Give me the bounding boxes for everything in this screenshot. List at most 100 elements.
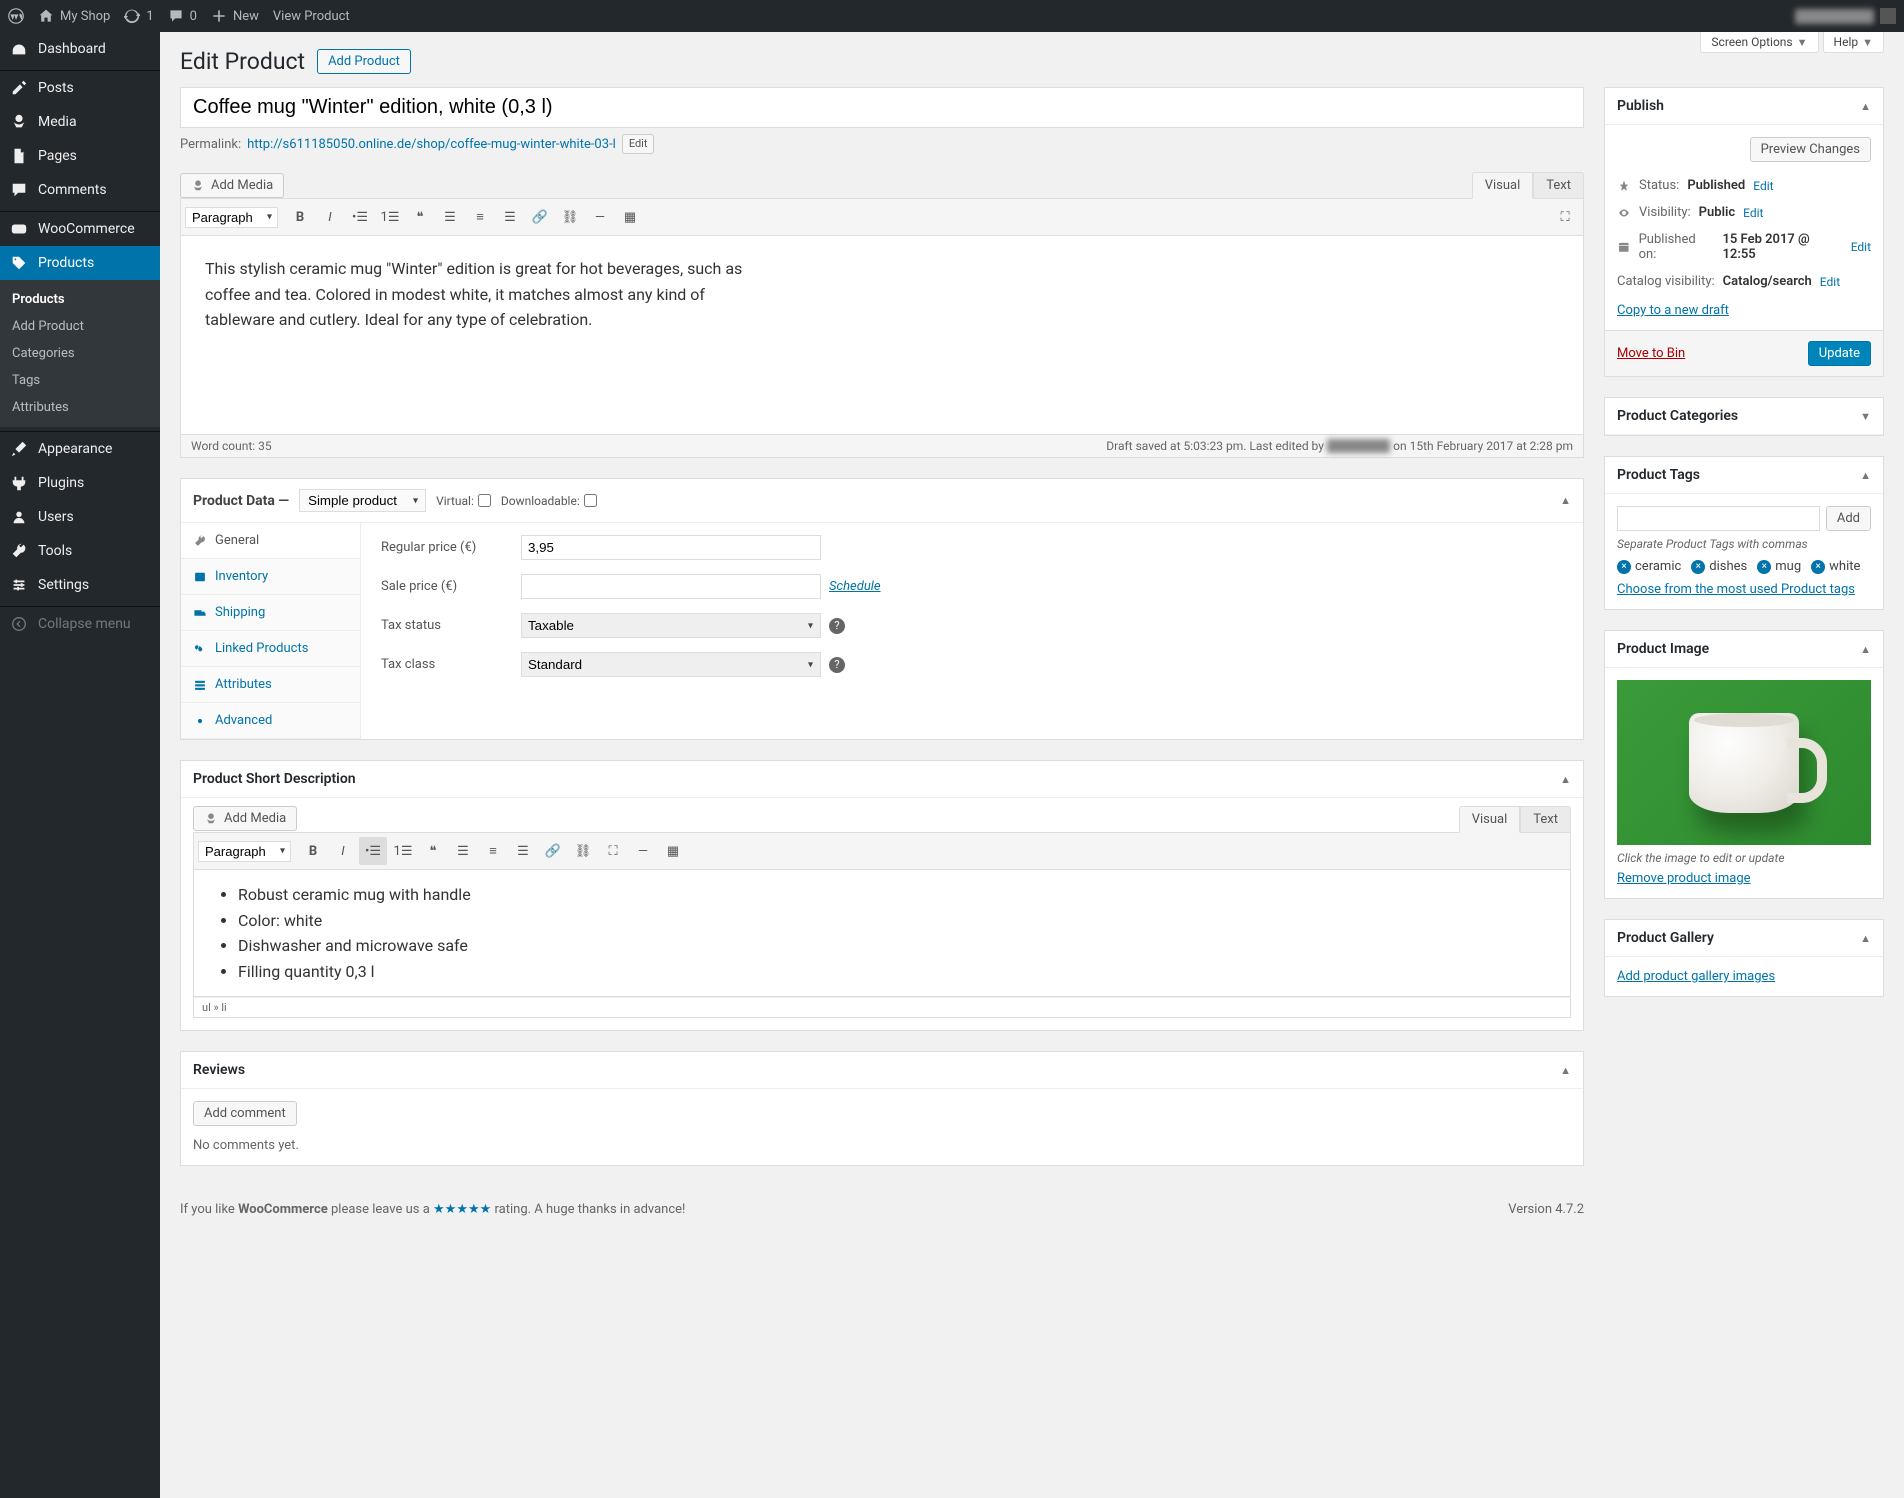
format-select[interactable]: Paragraph [185, 207, 278, 228]
short-desc-header[interactable]: Product Short Description▲ [181, 761, 1583, 798]
downloadable-checkbox[interactable]: Downloadable: [501, 494, 597, 508]
regular-price-input[interactable] [521, 535, 821, 560]
product-image-header[interactable]: Product Image▲ [1605, 631, 1883, 668]
rating-link[interactable]: ★★★★★ [433, 1202, 491, 1217]
help-icon[interactable]: ? [829, 657, 845, 673]
comments-count[interactable]: 0 [168, 8, 197, 24]
align-center-button[interactable]: ≡ [479, 837, 507, 865]
sale-price-input[interactable] [521, 574, 821, 599]
short-visual-tab[interactable]: Visual [1459, 806, 1521, 833]
menu-media[interactable]: Media [0, 105, 160, 139]
add-media-button-2[interactable]: Add Media [193, 806, 297, 831]
editor-content[interactable]: This stylish ceramic mug "Winter" editio… [180, 235, 1584, 435]
tag-remove-icon[interactable]: × [1617, 560, 1631, 574]
align-right-button[interactable]: ☰ [509, 837, 537, 865]
quote-button[interactable]: ❝ [406, 203, 434, 231]
preview-button[interactable]: Preview Changes [1750, 137, 1871, 162]
short-text-tab[interactable]: Text [1520, 806, 1571, 833]
menu-dashboard[interactable]: Dashboard [0, 32, 160, 66]
add-gallery-link[interactable]: Add product gallery images [1617, 969, 1775, 984]
submenu-categories[interactable]: Categories [0, 340, 160, 367]
number-list-button[interactable]: 1☰ [389, 837, 417, 865]
align-center-button[interactable]: ≡ [466, 203, 494, 231]
submenu-attributes[interactable]: Attributes [0, 394, 160, 421]
menu-woocommerce[interactable]: WooCommerce [0, 212, 160, 246]
permalink-edit-button[interactable]: Edit [622, 134, 655, 154]
view-product[interactable]: View Product [273, 9, 350, 24]
help-icon[interactable]: ? [829, 618, 845, 634]
menu-collapse[interactable]: Collapse menu [0, 607, 160, 641]
menu-posts[interactable]: Posts [0, 71, 160, 105]
quote-button[interactable]: ❝ [419, 837, 447, 865]
tag-remove-icon[interactable]: × [1757, 560, 1771, 574]
tag-remove-icon[interactable]: × [1691, 560, 1705, 574]
align-right-button[interactable]: ☰ [496, 203, 524, 231]
tax-status-select[interactable]: Taxable [521, 613, 821, 638]
menu-settings[interactable]: Settings [0, 568, 160, 602]
move-to-bin-link[interactable]: Move to Bin [1617, 346, 1685, 361]
product-type-select[interactable]: Simple product [299, 489, 426, 512]
italic-button[interactable]: I [316, 203, 344, 231]
reviews-header[interactable]: Reviews▲ [181, 1052, 1583, 1089]
align-left-button[interactable]: ☰ [436, 203, 464, 231]
editor-visual-tab[interactable]: Visual [1472, 172, 1534, 199]
fullscreen-button[interactable]: ⛶ [1551, 203, 1579, 231]
unlink-button[interactable]: ⛓ [569, 837, 597, 865]
more-button[interactable]: — [586, 203, 614, 231]
add-product-button[interactable]: Add Product [317, 49, 411, 74]
menu-appearance[interactable]: Appearance [0, 432, 160, 466]
menu-plugins[interactable]: Plugins [0, 466, 160, 500]
pd-tab-advanced[interactable]: Advanced [181, 703, 360, 739]
submenu-products[interactable]: Products [0, 286, 160, 313]
schedule-link[interactable]: Schedule [829, 579, 881, 594]
more-button[interactable]: — [629, 837, 657, 865]
pd-tab-shipping[interactable]: Shipping [181, 595, 360, 631]
permalink-url[interactable]: http://s611185050.online.de/shop/coffee-… [247, 137, 616, 152]
short-desc-content[interactable]: Robust ceramic mug with handle Color: wh… [193, 869, 1571, 997]
link-button[interactable]: 🔗 [526, 203, 554, 231]
menu-products[interactable]: Products [0, 246, 160, 280]
tag-input[interactable] [1617, 506, 1820, 531]
edit-visibility-link[interactable]: Edit [1743, 206, 1763, 220]
updates[interactable]: 1 [124, 8, 153, 24]
virtual-checkbox[interactable]: Virtual: [436, 494, 491, 508]
menu-tools[interactable]: Tools [0, 534, 160, 568]
number-list-button[interactable]: 1☰ [376, 203, 404, 231]
tags-header[interactable]: Product Tags▲ [1605, 457, 1883, 494]
toggle-icon[interactable]: ▲ [1560, 494, 1571, 507]
remove-image-link[interactable]: Remove product image [1617, 871, 1751, 886]
wp-logo[interactable] [8, 8, 24, 24]
unlink-button[interactable]: ⛓ [556, 203, 584, 231]
screen-options-tab[interactable]: Screen Options ▼ [1700, 32, 1818, 53]
help-tab[interactable]: Help ▼ [1823, 32, 1884, 53]
pd-tab-attributes[interactable]: Attributes [181, 667, 360, 703]
add-media-button[interactable]: Add Media [180, 173, 284, 198]
tax-class-select[interactable]: Standard [521, 652, 821, 677]
pd-tab-inventory[interactable]: Inventory [181, 559, 360, 595]
bold-button[interactable]: B [286, 203, 314, 231]
toolbar-toggle-button[interactable]: ▦ [616, 203, 644, 231]
add-tag-button[interactable]: Add [1826, 506, 1871, 531]
edit-catalog-link[interactable]: Edit [1820, 275, 1840, 289]
copy-draft-link[interactable]: Copy to a new draft [1617, 303, 1729, 318]
bold-button[interactable]: B [299, 837, 327, 865]
pd-tab-linked[interactable]: Linked Products [181, 631, 360, 667]
new-content[interactable]: New [211, 8, 259, 24]
edit-status-link[interactable]: Edit [1753, 179, 1773, 193]
user-greeting[interactable]: hidden [1795, 8, 1896, 24]
update-button[interactable]: Update [1808, 341, 1871, 366]
tag-remove-icon[interactable]: × [1811, 560, 1825, 574]
menu-comments[interactable]: Comments [0, 173, 160, 207]
gallery-header[interactable]: Product Gallery▲ [1605, 920, 1883, 957]
pd-tab-general[interactable]: General [181, 523, 360, 559]
toolbar-toggle-button[interactable]: ▦ [659, 837, 687, 865]
short-format-select[interactable]: Paragraph [198, 841, 291, 862]
menu-pages[interactable]: Pages [0, 139, 160, 173]
product-image[interactable] [1617, 680, 1871, 845]
submenu-tags[interactable]: Tags [0, 367, 160, 394]
publish-header[interactable]: Publish▲ [1605, 88, 1883, 125]
fullscreen-button[interactable]: ⛶ [599, 837, 627, 865]
submenu-add-product[interactable]: Add Product [0, 313, 160, 340]
categories-header[interactable]: Product Categories▼ [1605, 398, 1883, 435]
add-comment-button[interactable]: Add comment [193, 1101, 297, 1126]
